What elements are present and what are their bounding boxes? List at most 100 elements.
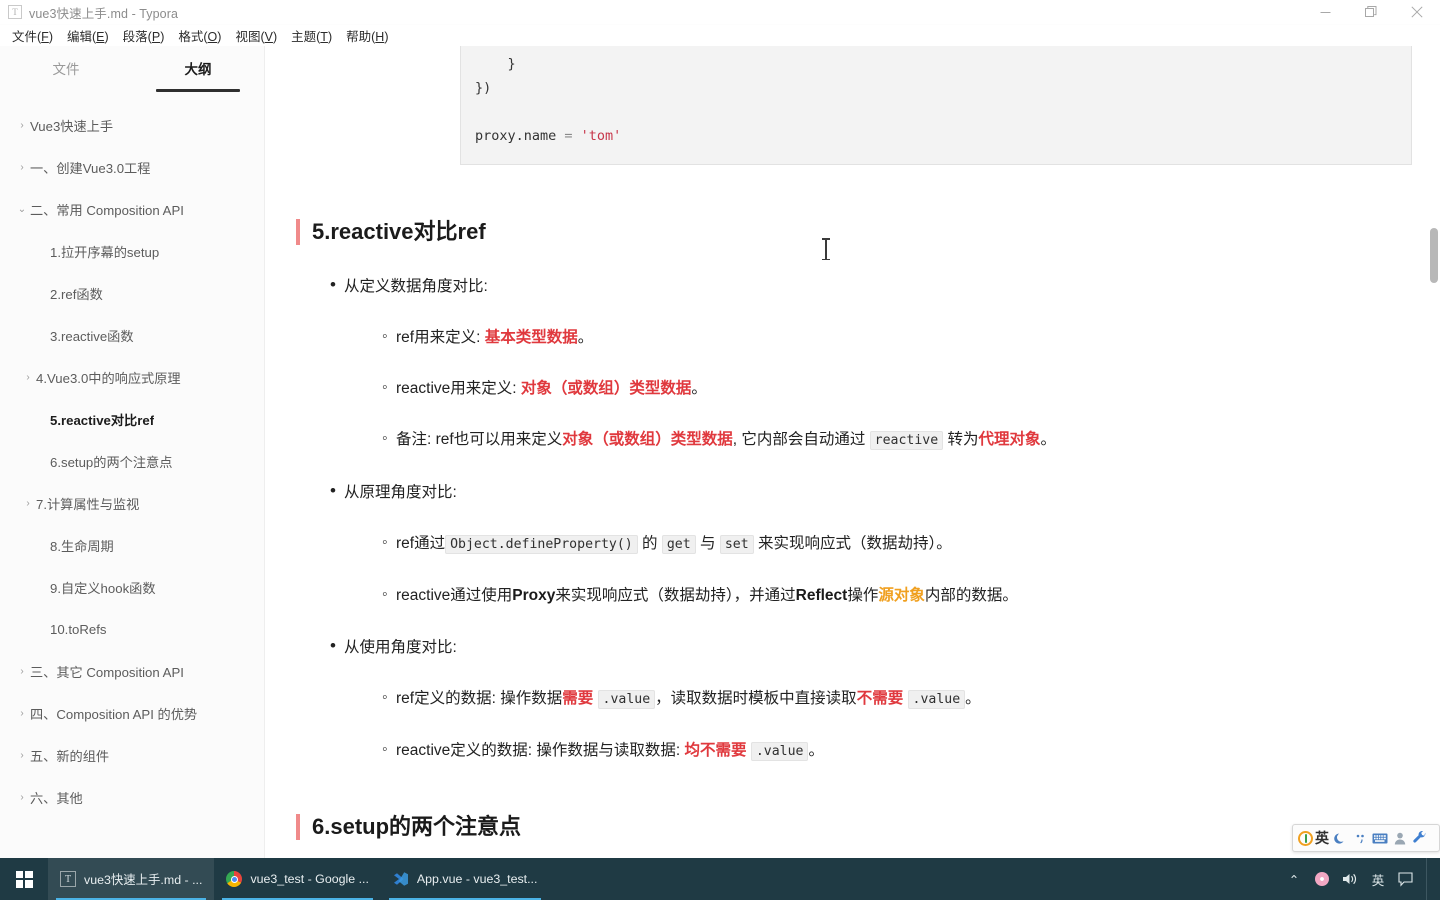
highlight-red: 不需要 [856, 690, 904, 707]
menu-edit[interactable]: 编辑(E) [60, 24, 116, 47]
user-icon[interactable] [1391, 828, 1409, 848]
tray-language-label[interactable]: 英 [1370, 858, 1386, 900]
volume-icon[interactable] [1342, 858, 1358, 900]
bullet-text: 从原理角度对比: [344, 484, 457, 501]
outline-item-15[interactable]: › 五、新的组件 [0, 734, 264, 776]
show-desktop-button[interactable] [1426, 858, 1434, 900]
moon-icon[interactable] [1331, 828, 1349, 848]
outline-item-6[interactable]: › 4.Vue3.0中的响应式原理 [0, 356, 264, 398]
close-button[interactable] [1394, 0, 1440, 25]
tab-files[interactable]: 文件 [0, 58, 132, 92]
keyboard-icon[interactable] [1371, 828, 1389, 848]
wrench-icon[interactable] [1411, 828, 1429, 848]
menu-file[interactable]: 文件(F) [5, 24, 60, 47]
minimize-button[interactable] [1302, 0, 1348, 25]
window-title: vue3快速上手.md - Typora [29, 6, 179, 21]
list-item: 从定义数据角度对比: ref用来定义: 基本类型数据。 reactive用来定义… [296, 273, 1388, 453]
chevron-right-icon[interactable]: › [14, 120, 30, 131]
outline-item-label: Vue3快速上手 [30, 118, 114, 134]
chevron-up-icon[interactable]: ⌃ [1286, 858, 1302, 900]
title-bar: T vue3快速上手.md - Typora [0, 0, 1440, 25]
outline-item-16[interactable]: › 六、其他 [0, 776, 264, 818]
text: 操作 [847, 587, 879, 604]
bullet-text: 从使用角度对比: [344, 639, 457, 656]
bold-text: Reflect [795, 587, 848, 604]
list-item: reactive用来定义: 对象（或数组）类型数据。 [344, 376, 1388, 401]
code-line-3: proxy.name = 'tom' [475, 128, 621, 144]
page-title-6: 6.setup的两个注意点 [296, 812, 1388, 842]
code-string: 'tom' [580, 128, 622, 144]
list-item: 备注: ref也可以用来定义对象（或数组）类型数据, 它内部会自动通过 reac… [344, 427, 1388, 453]
sublist-3: ref定义的数据: 操作数据需要 .value，读取数据时模板中直接读取不需要 … [344, 686, 1388, 764]
sogou-logo-icon[interactable] [1298, 830, 1313, 846]
taskbar: T vue3快速上手.md - ... vue3_test - Google .… [0, 858, 1440, 900]
outline-item-11[interactable]: 9.自定义hook函数 [0, 566, 264, 608]
outline-list: › Vue3快速上手 › 一、创建Vue3.0工程 ⌄ 二、常用 Composi… [0, 92, 264, 818]
outline-item-0[interactable]: › Vue3快速上手 [0, 104, 264, 146]
sublist-2: ref通过Object.defineProperty() 的 get 与 set… [344, 531, 1388, 608]
code-line-2: }) [475, 80, 492, 96]
highlight-red: 均不需要 [684, 742, 747, 759]
code-block[interactable]: } }) proxy.name = 'tom' [460, 46, 1412, 165]
menu-format[interactable]: 格式(O) [171, 24, 228, 47]
maximize-button[interactable] [1348, 0, 1394, 25]
taskbar-item-chrome[interactable]: vue3_test - Google ... [214, 858, 380, 900]
taskbar-item-vscode[interactable]: App.vue - vue3_test... [381, 858, 550, 900]
outline-item-9[interactable]: › 7.计算属性与监视 [0, 482, 264, 524]
maximize-icon [1365, 6, 1377, 17]
start-button[interactable] [0, 858, 48, 900]
editor-pane[interactable]: } }) proxy.name = 'tom' 5.reactive对比ref … [266, 46, 1440, 858]
inline-code: set [719, 535, 754, 554]
text: 。 [577, 329, 594, 346]
notification-icon[interactable] [1398, 858, 1414, 900]
outline-item-label: 10.toRefs [50, 621, 107, 637]
menu-help[interactable]: 帮助(H) [339, 24, 395, 47]
outline-item-label: 六、其他 [30, 790, 83, 806]
outline-item-13[interactable]: › 三、其它 Composition API [0, 650, 264, 692]
chevron-right-icon[interactable]: › [14, 666, 30, 677]
text: 的 [642, 535, 658, 552]
text: 。 [691, 380, 707, 397]
chevron-right-icon[interactable]: › [20, 372, 36, 383]
outline-item-label: 8.生命周期 [50, 538, 114, 554]
outline-item-4[interactable]: 2.ref函数 [0, 272, 264, 314]
taskbar-item-typora[interactable]: T vue3快速上手.md - ... [48, 858, 215, 900]
menu-view[interactable]: 视图(V) [228, 24, 284, 47]
tab-outline[interactable]: 大纲 [132, 58, 264, 92]
chevron-down-icon[interactable]: ⌄ [14, 204, 30, 215]
text: ref通过 [396, 535, 446, 552]
outline-item-5[interactable]: 3.reactive函数 [0, 314, 264, 356]
sogou-flower-icon[interactable] [1314, 858, 1330, 900]
outline-item-8[interactable]: 6.setup的两个注意点 [0, 440, 264, 482]
ime-mode-label[interactable]: 英 [1315, 828, 1329, 848]
inline-code: Object.defineProperty() [445, 535, 638, 554]
ime-toolbar[interactable]: 英 [1292, 824, 1440, 852]
text: 。 [808, 742, 824, 759]
outline-item-1[interactable]: › 一、创建Vue3.0工程 [0, 146, 264, 188]
punctuation-icon[interactable] [1351, 828, 1369, 848]
outline-item-3[interactable]: 1.拉开序幕的setup [0, 230, 264, 272]
text: 来实现响应式（数据劫持），并通过 [555, 587, 796, 604]
menu-theme[interactable]: 主题(T) [284, 24, 339, 47]
text: reactive用来定义: [396, 380, 517, 397]
outline-item-12[interactable]: 10.toRefs [0, 608, 264, 650]
chevron-right-icon[interactable]: › [14, 792, 30, 803]
typora-icon: T [60, 871, 76, 887]
menu-paragraph[interactable]: 段落(P) [116, 24, 172, 47]
outline-item-10[interactable]: 8.生命周期 [0, 524, 264, 566]
outline-item-14[interactable]: › 四、Composition API 的优势 [0, 692, 264, 734]
text: ref用来定义: [396, 329, 481, 346]
chevron-right-icon[interactable]: › [14, 750, 30, 761]
list-item: reactive定义的数据: 操作数据与读取数据: 均不需要 .value。 [344, 738, 1388, 764]
inline-code: .value [750, 742, 809, 761]
inline-code: get [661, 535, 696, 554]
chevron-right-icon[interactable]: › [14, 708, 30, 719]
text: 备注: ref也可以用来定义 [396, 431, 563, 448]
vertical-scrollbar[interactable] [1428, 46, 1440, 858]
text: 来实现响应式（数据劫持）。 [757, 535, 952, 552]
outline-item-7[interactable]: 5.reactive对比ref [0, 398, 264, 440]
chevron-right-icon[interactable]: › [20, 498, 36, 509]
chevron-right-icon[interactable]: › [14, 162, 30, 173]
scrollbar-thumb[interactable] [1430, 228, 1438, 283]
outline-item-2[interactable]: ⌄ 二、常用 Composition API [0, 188, 264, 230]
